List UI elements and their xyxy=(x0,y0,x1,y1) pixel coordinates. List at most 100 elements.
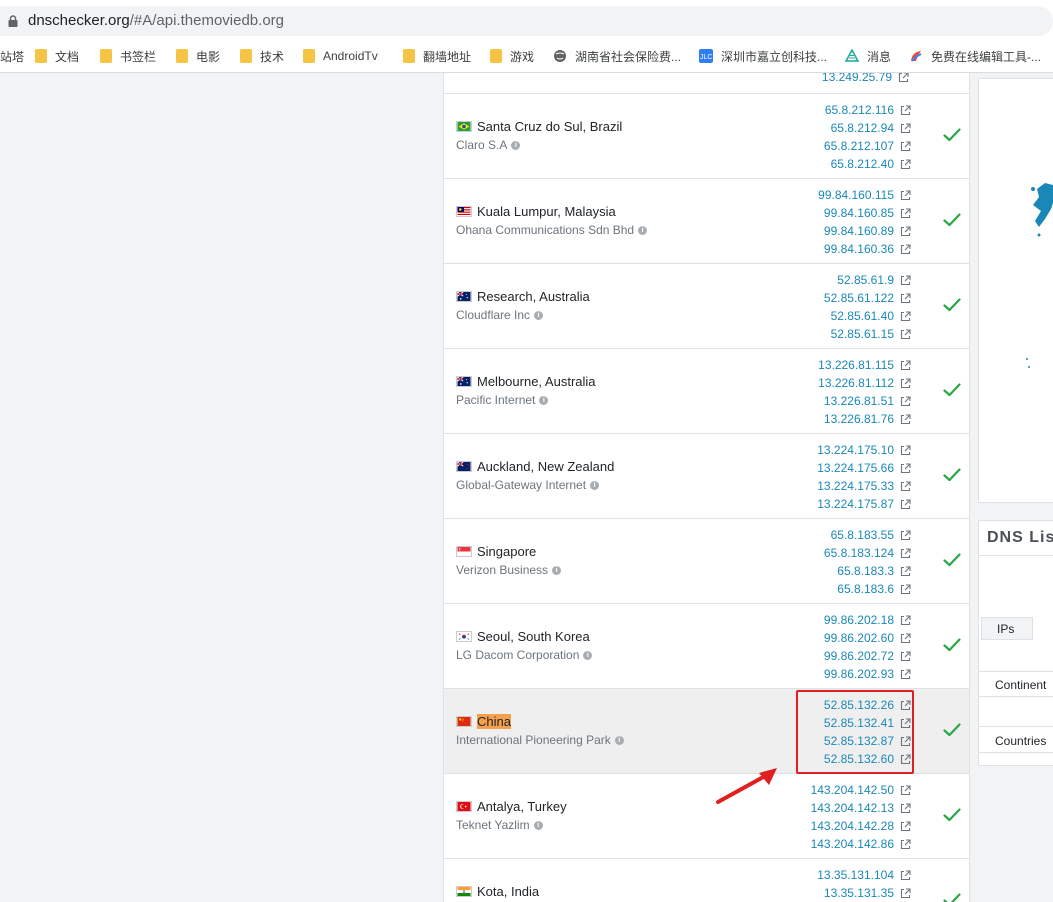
info-icon[interactable]: i xyxy=(583,650,593,660)
external-link-icon[interactable] xyxy=(900,122,911,134)
info-icon[interactable]: i xyxy=(552,565,562,575)
external-link-icon[interactable] xyxy=(900,668,911,680)
ip-link[interactable]: 65.8.212.94 xyxy=(824,119,911,137)
bookmark-item[interactable]: 技术 xyxy=(240,47,284,65)
left-blank-area xyxy=(0,73,443,902)
ip-link[interactable]: 65.8.183.55 xyxy=(824,526,911,544)
ip-link[interactable]: 13.249.25.79 xyxy=(822,73,909,86)
ip-link[interactable]: 65.8.183.3 xyxy=(824,562,911,580)
ip-link[interactable]: 52.85.61.9 xyxy=(824,271,911,289)
bookmark-item[interactable]: 站塔 xyxy=(0,47,24,65)
ips-tab[interactable]: IPs xyxy=(981,617,1033,640)
external-link-icon[interactable] xyxy=(900,413,911,425)
ip-link[interactable]: 65.8.212.116 xyxy=(824,101,911,119)
ip-link[interactable]: 65.8.212.107 xyxy=(824,137,911,155)
ip-link[interactable]: 52.85.61.15 xyxy=(824,325,911,343)
bookmark-item[interactable]: 翻墙地址 xyxy=(403,47,471,65)
continent-header[interactable]: Continent xyxy=(995,678,1046,692)
external-link-icon[interactable] xyxy=(900,274,911,286)
ip-link[interactable]: 143.204.142.28 xyxy=(811,817,911,835)
ip-link[interactable]: 13.224.175.66 xyxy=(817,459,911,477)
bookmark-item[interactable]: 书签栏 xyxy=(100,47,156,65)
external-link-icon[interactable] xyxy=(900,395,911,407)
url-text[interactable]: dnschecker.org/#A/api.themoviedb.org xyxy=(28,12,284,29)
external-link-icon[interactable] xyxy=(900,887,911,899)
ip-link[interactable]: 13.226.81.51 xyxy=(818,392,911,410)
ip-link[interactable]: 99.86.202.72 xyxy=(824,647,911,665)
external-link-icon[interactable] xyxy=(900,838,911,850)
bookmark-item[interactable]: 文档 xyxy=(35,47,79,65)
external-link-icon[interactable] xyxy=(900,225,911,237)
ip-link[interactable]: 99.84.160.85 xyxy=(818,204,911,222)
ip-link[interactable]: 99.86.202.60 xyxy=(824,629,911,647)
ip-link[interactable]: 65.8.183.6 xyxy=(824,580,911,598)
external-link-icon[interactable] xyxy=(900,583,911,595)
info-icon[interactable]: i xyxy=(539,395,549,405)
ip-text: 13.226.81.112 xyxy=(818,376,894,390)
external-link-icon[interactable] xyxy=(900,498,911,510)
ip-link[interactable]: 13.224.175.10 xyxy=(817,441,911,459)
ip-link[interactable]: 99.86.202.18 xyxy=(824,611,911,629)
bookmark-item[interactable]: 消息 xyxy=(845,47,891,65)
external-link-icon[interactable] xyxy=(900,207,911,219)
ip-link[interactable]: 99.84.160.89 xyxy=(818,222,911,240)
ip-link[interactable]: 99.84.160.115 xyxy=(818,186,911,204)
info-icon[interactable]: i xyxy=(534,310,544,320)
external-link-icon[interactable] xyxy=(900,328,911,340)
external-link-icon[interactable] xyxy=(900,377,911,389)
info-icon[interactable]: i xyxy=(614,735,624,745)
bookmark-item[interactable]: 电影 xyxy=(176,47,220,65)
ip-link[interactable]: 143.204.142.86 xyxy=(811,835,911,853)
ip-text: 143.204.142.28 xyxy=(810,819,894,833)
external-link-icon[interactable] xyxy=(900,480,911,492)
bookmark-item[interactable]: AndroidTv xyxy=(303,47,378,65)
info-icon[interactable]: i xyxy=(638,225,648,235)
external-link-icon[interactable] xyxy=(900,802,911,814)
external-link-icon[interactable] xyxy=(900,104,911,116)
external-link-icon[interactable] xyxy=(900,820,911,832)
external-link-icon[interactable] xyxy=(900,650,911,662)
info-icon[interactable]: i xyxy=(511,140,521,150)
ip-link[interactable]: 13.35.131.35 xyxy=(817,884,911,902)
ip-link[interactable]: 13.224.175.87 xyxy=(817,495,911,513)
external-link-icon[interactable] xyxy=(900,869,911,881)
bookmark-item[interactable]: 游戏 xyxy=(490,47,534,65)
external-link-icon[interactable] xyxy=(900,158,911,170)
external-link-icon[interactable] xyxy=(900,529,911,541)
bookmark-item[interactable]: 免费在线编辑工具-... xyxy=(909,47,1041,65)
ip-link[interactable]: 52.85.61.40 xyxy=(824,307,911,325)
bookmark-item[interactable]: JLC 深圳市嘉立创科技... xyxy=(699,47,827,65)
external-link-icon[interactable] xyxy=(900,632,911,644)
external-link-icon[interactable] xyxy=(900,784,911,796)
external-link-icon[interactable] xyxy=(900,462,911,474)
external-link-icon[interactable] xyxy=(900,444,911,456)
external-link-icon[interactable] xyxy=(898,73,909,83)
ip-link[interactable]: 143.204.142.50 xyxy=(811,781,911,799)
ip-link[interactable]: 13.35.131.104 xyxy=(817,866,911,884)
ip-link[interactable]: 65.8.183.124 xyxy=(824,544,911,562)
address-bar[interactable]: dnschecker.org/#A/api.themoviedb.org xyxy=(0,6,1053,36)
ip-link[interactable]: 99.84.160.36 xyxy=(818,240,911,258)
external-link-icon[interactable] xyxy=(900,189,911,201)
bookmark-item[interactable]: 湖南省社会保险费... xyxy=(553,47,681,65)
ip-link[interactable]: 65.8.212.40 xyxy=(824,155,911,173)
countries-header[interactable]: Countries xyxy=(995,734,1046,748)
ip-link[interactable]: 13.224.175.33 xyxy=(817,477,911,495)
info-icon[interactable]: i xyxy=(590,480,600,490)
external-link-icon[interactable] xyxy=(900,359,911,371)
external-link-icon[interactable] xyxy=(900,565,911,577)
ip-link[interactable]: 52.85.61.122 xyxy=(824,289,911,307)
ip-link[interactable]: 143.204.142.13 xyxy=(811,799,911,817)
external-link-icon[interactable] xyxy=(900,140,911,152)
ip-link[interactable]: 13.226.81.115 xyxy=(818,356,911,374)
external-link-icon[interactable] xyxy=(900,292,911,304)
ip-link[interactable]: 13.226.81.76 xyxy=(818,410,911,428)
external-link-icon[interactable] xyxy=(900,310,911,322)
ip-text: 65.8.183.6 xyxy=(837,582,894,596)
external-link-icon[interactable] xyxy=(900,243,911,255)
info-icon[interactable]: i xyxy=(533,820,543,830)
external-link-icon[interactable] xyxy=(900,614,911,626)
ip-link[interactable]: 99.86.202.93 xyxy=(824,665,911,683)
ip-link[interactable]: 13.226.81.112 xyxy=(818,374,911,392)
external-link-icon[interactable] xyxy=(900,547,911,559)
